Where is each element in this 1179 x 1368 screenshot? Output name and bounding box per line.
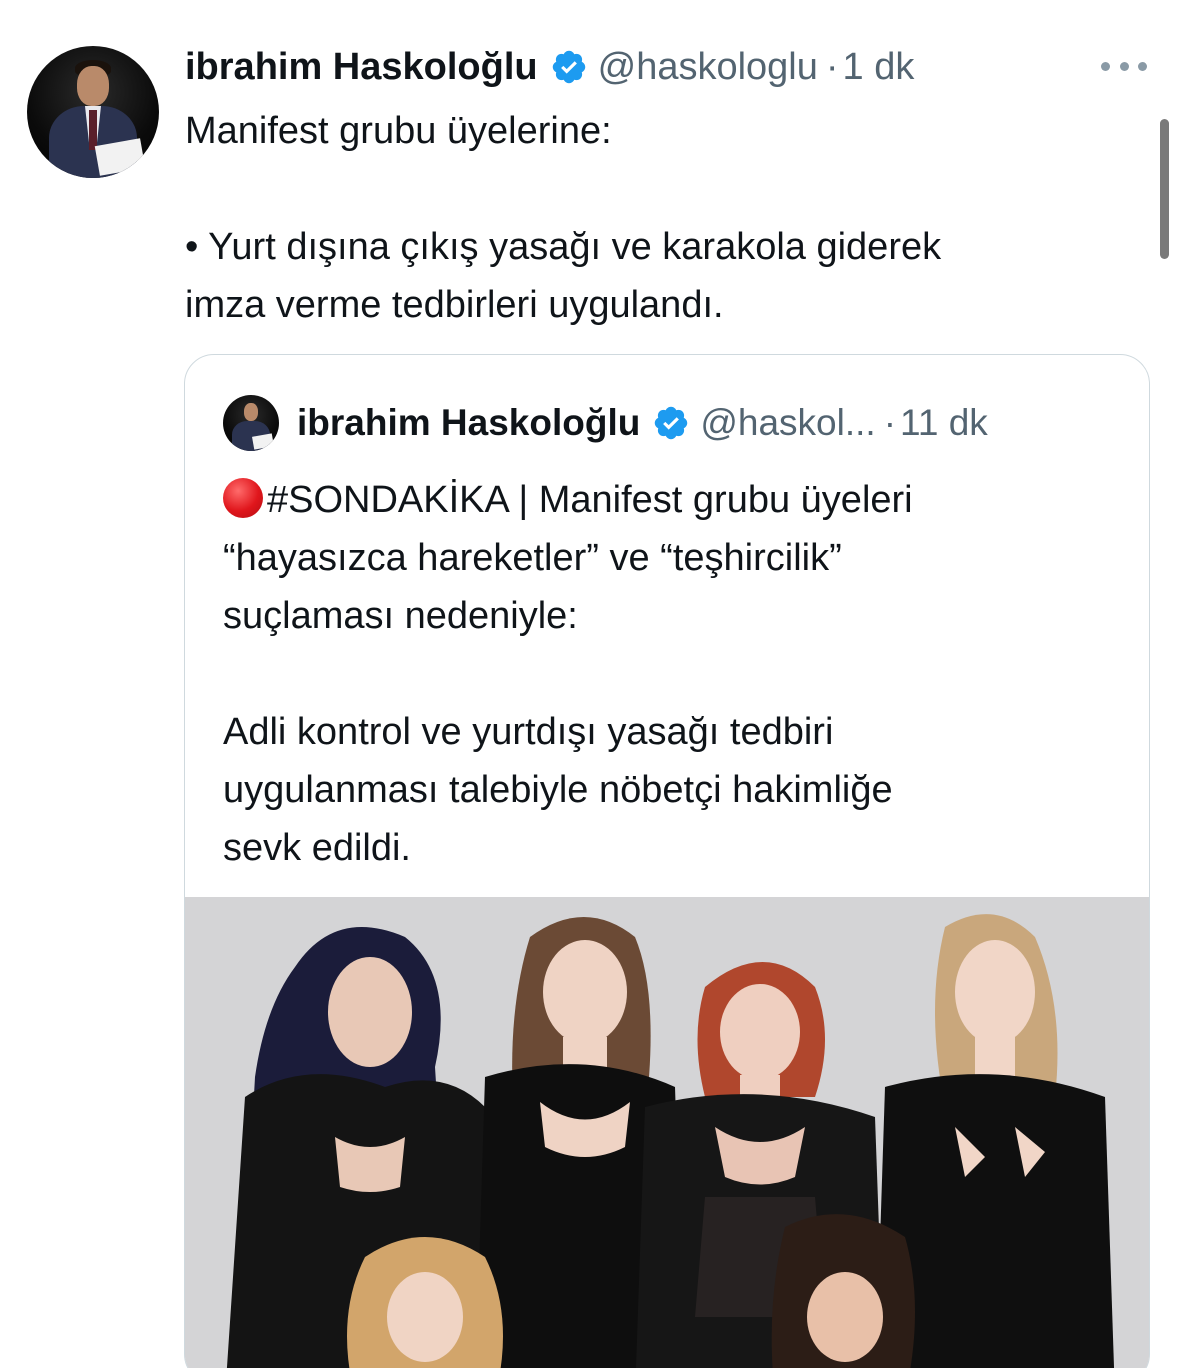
quoted-tweet-text: #SONDAKİKA | Manifest grubu üyeleri “hay… — [223, 471, 1123, 877]
group-photo-illustration — [185, 897, 1149, 1368]
quoted-text-line: sevk edildi. — [223, 827, 411, 869]
author-handle[interactable]: @haskologlu — [598, 46, 818, 89]
more-options-icon[interactable] — [1101, 56, 1147, 76]
scrollbar[interactable] — [1160, 119, 1169, 259]
quoted-author-name: ibrahim Haskoloğlu — [297, 402, 641, 443]
quoted-author-avatar — [223, 395, 279, 451]
tweet-text-line: imza verme tedbirleri uygulandı. — [185, 284, 724, 326]
quoted-tweet-time: 11 dk — [900, 402, 988, 443]
tweet[interactable]: ibrahim Haskoloğlu @haskologlu · 1 dk Ma… — [0, 0, 1179, 1368]
separator-dot: · — [883, 402, 897, 443]
quoted-text-line: Adli kontrol ve yurtdışı yasağı tedbiri — [223, 711, 834, 753]
tweet-text-line: Manifest grubu üyelerine: — [185, 110, 612, 152]
quoted-tweet-photo[interactable] — [185, 897, 1149, 1368]
quoted-tweet-card[interactable]: ibrahim Haskoloğlu @haskol... · 11 dk #S… — [184, 354, 1150, 1368]
quoted-text-line: #SONDAKİKA | Manifest grubu üyeleri — [223, 471, 1123, 529]
verified-badge-icon — [655, 406, 688, 440]
author-name[interactable]: ibrahim Haskoloğlu — [185, 46, 538, 89]
author-avatar[interactable] — [27, 46, 159, 178]
quoted-tweet-header: ibrahim Haskoloğlu @haskol... · 11 dk — [297, 395, 988, 451]
tweet-text-line: • Yurt dışına çıkış yasağı ve karakola g… — [185, 226, 942, 268]
separator-dot: · — [825, 45, 839, 88]
quoted-text-line: uygulanması talebiyle nöbetçi hakimliğe — [223, 769, 893, 811]
quoted-text-line: “hayasızca hareketler” ve “teşhircilik” — [223, 537, 842, 579]
quoted-text-line: suçlaması nedeniyle: — [223, 595, 578, 637]
hashtag-line: #SONDAKİKA | Manifest grubu üyeleri — [267, 479, 913, 521]
verified-badge-icon — [552, 50, 585, 84]
red-circle-emoji-icon — [223, 478, 263, 518]
quoted-author-handle: @haskol... — [700, 402, 876, 443]
tweet-text: Manifest grubu üyelerine: • Yurt dışına … — [185, 102, 1125, 334]
tweet-header: ibrahim Haskoloğlu @haskologlu · 1 dk — [185, 40, 914, 94]
tweet-time[interactable]: 1 dk — [843, 46, 915, 89]
